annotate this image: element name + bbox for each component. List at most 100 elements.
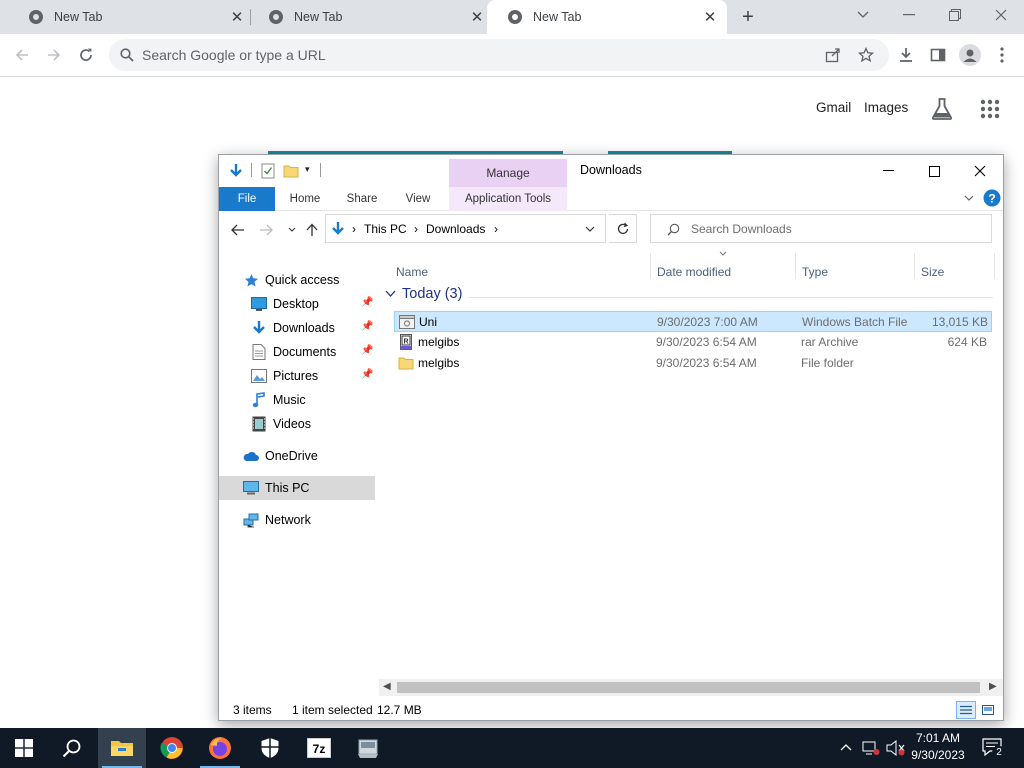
new-tab-button[interactable]: + (737, 6, 759, 28)
gmail-link[interactable]: Gmail (816, 100, 851, 115)
large-icons-view-button[interactable] (978, 701, 998, 719)
taskbar-windows-security[interactable] (246, 728, 294, 768)
ribbon-tab-application-tools[interactable]: Application Tools (449, 187, 567, 211)
address-history-chevron-icon[interactable] (585, 226, 595, 233)
explorer-back-button[interactable] (229, 221, 247, 239)
ribbon-tab-view[interactable]: View (393, 187, 443, 211)
labs-flask-icon[interactable] (931, 97, 953, 121)
column-header-date-modified[interactable]: Date modified (657, 265, 731, 279)
close-window-button[interactable] (978, 0, 1024, 30)
explorer-maximize-button[interactable] (911, 155, 957, 187)
file-row-uni[interactable]: Uni 9/30/2023 7:00 AM Windows Batch File… (394, 311, 992, 332)
omnibox-input[interactable] (142, 39, 782, 71)
browser-tab-1[interactable]: New Tab ✕ (8, 0, 254, 34)
omnibox[interactable] (109, 39, 889, 71)
up-folder-button[interactable] (303, 221, 321, 239)
taskbar-search-button[interactable] (48, 728, 96, 768)
volume-muted-icon[interactable] (886, 740, 906, 756)
search-box[interactable] (650, 214, 992, 243)
column-divider[interactable] (994, 253, 995, 279)
breadcrumb-separator-icon[interactable]: › (414, 222, 418, 236)
nav-item-pictures[interactable]: Pictures (251, 365, 318, 387)
search-downloads-input[interactable] (691, 215, 981, 242)
tray-overflow-chevron-icon[interactable] (840, 743, 852, 751)
network-status-icon[interactable] (862, 740, 880, 756)
manage-contextual-tab[interactable]: Manage (449, 159, 567, 187)
recent-locations-chevron-icon[interactable] (283, 221, 301, 239)
explorer-close-button[interactable] (957, 155, 1003, 187)
scrollbar-thumb[interactable] (397, 682, 980, 693)
browser-tab-2[interactable]: New Tab ✕ (248, 0, 494, 34)
breadcrumb-separator-icon[interactable]: › (352, 222, 356, 236)
tab-close-icon[interactable]: ✕ (468, 8, 486, 26)
share-icon[interactable] (825, 47, 841, 63)
help-icon[interactable]: ? (983, 189, 1001, 207)
apps-grid-icon[interactable] (980, 99, 1000, 119)
nav-item-downloads[interactable]: Downloads (251, 317, 335, 339)
nav-item-onedrive[interactable]: OneDrive (243, 445, 318, 467)
scroll-left-arrow-icon[interactable]: ◀ (383, 681, 391, 692)
nav-item-quick-access[interactable]: Quick access (243, 269, 339, 291)
column-header-name[interactable]: Name (396, 265, 428, 279)
ribbon-tab-file[interactable]: File (219, 187, 275, 211)
column-header-type[interactable]: Type (802, 265, 828, 279)
address-bar[interactable]: › This PC › Downloads › (325, 214, 606, 243)
taskbar-app[interactable] (344, 728, 392, 768)
ribbon-tab-home[interactable]: Home (279, 187, 331, 211)
column-divider[interactable] (914, 253, 915, 279)
breadcrumb-this-pc[interactable]: This PC (364, 222, 407, 236)
properties-icon[interactable] (261, 163, 275, 179)
file-row-melgibs-rar[interactable]: R melgibs 9/30/2023 6:54 AM rar Archive … (394, 332, 992, 353)
taskbar-7zip[interactable]: 7z (295, 728, 343, 768)
profile-avatar-icon[interactable] (956, 41, 984, 69)
new-folder-icon[interactable] (283, 163, 299, 179)
images-link[interactable]: Images (864, 100, 908, 115)
nav-item-this-pc[interactable]: This PC (243, 477, 309, 499)
column-divider[interactable] (795, 253, 796, 279)
tab-close-icon[interactable]: ✕ (701, 8, 719, 26)
file-row-melgibs-folder[interactable]: melgibs 9/30/2023 6:54 AM File folder (394, 353, 992, 374)
breadcrumb-separator-icon[interactable]: › (494, 222, 498, 236)
pin-icon[interactable]: 📌 (361, 369, 373, 380)
downloads-icon[interactable] (892, 41, 920, 69)
tab-search-chevron-icon[interactable] (840, 0, 886, 30)
explorer-forward-button[interactable] (257, 221, 275, 239)
back-button[interactable] (8, 41, 36, 69)
chrome-menu-icon[interactable] (988, 41, 1016, 69)
clock-date[interactable]: 9/30/2023 (908, 748, 968, 762)
expand-ribbon-chevron-icon[interactable] (964, 195, 974, 202)
taskbar-file-explorer[interactable] (98, 728, 146, 768)
horizontal-scrollbar[interactable]: ◀ ▶ (379, 679, 1003, 696)
tab-close-icon[interactable]: ✕ (228, 8, 246, 26)
bookmark-star-icon[interactable] (858, 47, 874, 63)
minimize-button[interactable] (886, 0, 932, 30)
refresh-button[interactable] (609, 214, 637, 243)
side-panel-icon[interactable] (924, 41, 952, 69)
nav-item-network[interactable]: Network (243, 509, 311, 531)
group-header-today[interactable]: Today (3) (385, 286, 462, 302)
qat-dropdown-icon[interactable]: ▾ (305, 164, 310, 175)
ribbon-tab-share[interactable]: Share (337, 187, 387, 211)
column-header-size[interactable]: Size (921, 265, 944, 279)
pin-icon[interactable]: 📌 (361, 321, 373, 332)
nav-item-music[interactable]: Music (251, 389, 306, 411)
details-view-button[interactable] (956, 701, 976, 719)
reload-button[interactable] (72, 41, 100, 69)
column-divider[interactable] (650, 253, 651, 279)
taskbar-firefox[interactable] (196, 728, 244, 768)
action-center-button[interactable]: 2 (978, 736, 1010, 760)
pin-icon[interactable]: 📌 (361, 345, 373, 356)
restore-button[interactable] (932, 0, 978, 30)
explorer-minimize-button[interactable] (865, 155, 911, 187)
nav-item-desktop[interactable]: Desktop (251, 293, 319, 315)
scroll-right-arrow-icon[interactable]: ▶ (989, 681, 997, 692)
pin-icon[interactable]: 📌 (361, 297, 373, 308)
clock-time[interactable]: 7:01 AM (912, 731, 964, 745)
browser-tab-3-active[interactable]: New Tab ✕ (487, 0, 727, 34)
forward-button[interactable] (40, 41, 68, 69)
start-button[interactable] (0, 728, 48, 768)
taskbar-chrome[interactable] (148, 728, 196, 768)
nav-item-videos[interactable]: Videos (251, 413, 311, 435)
breadcrumb-downloads[interactable]: Downloads (426, 222, 485, 236)
nav-item-documents[interactable]: Documents (251, 341, 336, 363)
